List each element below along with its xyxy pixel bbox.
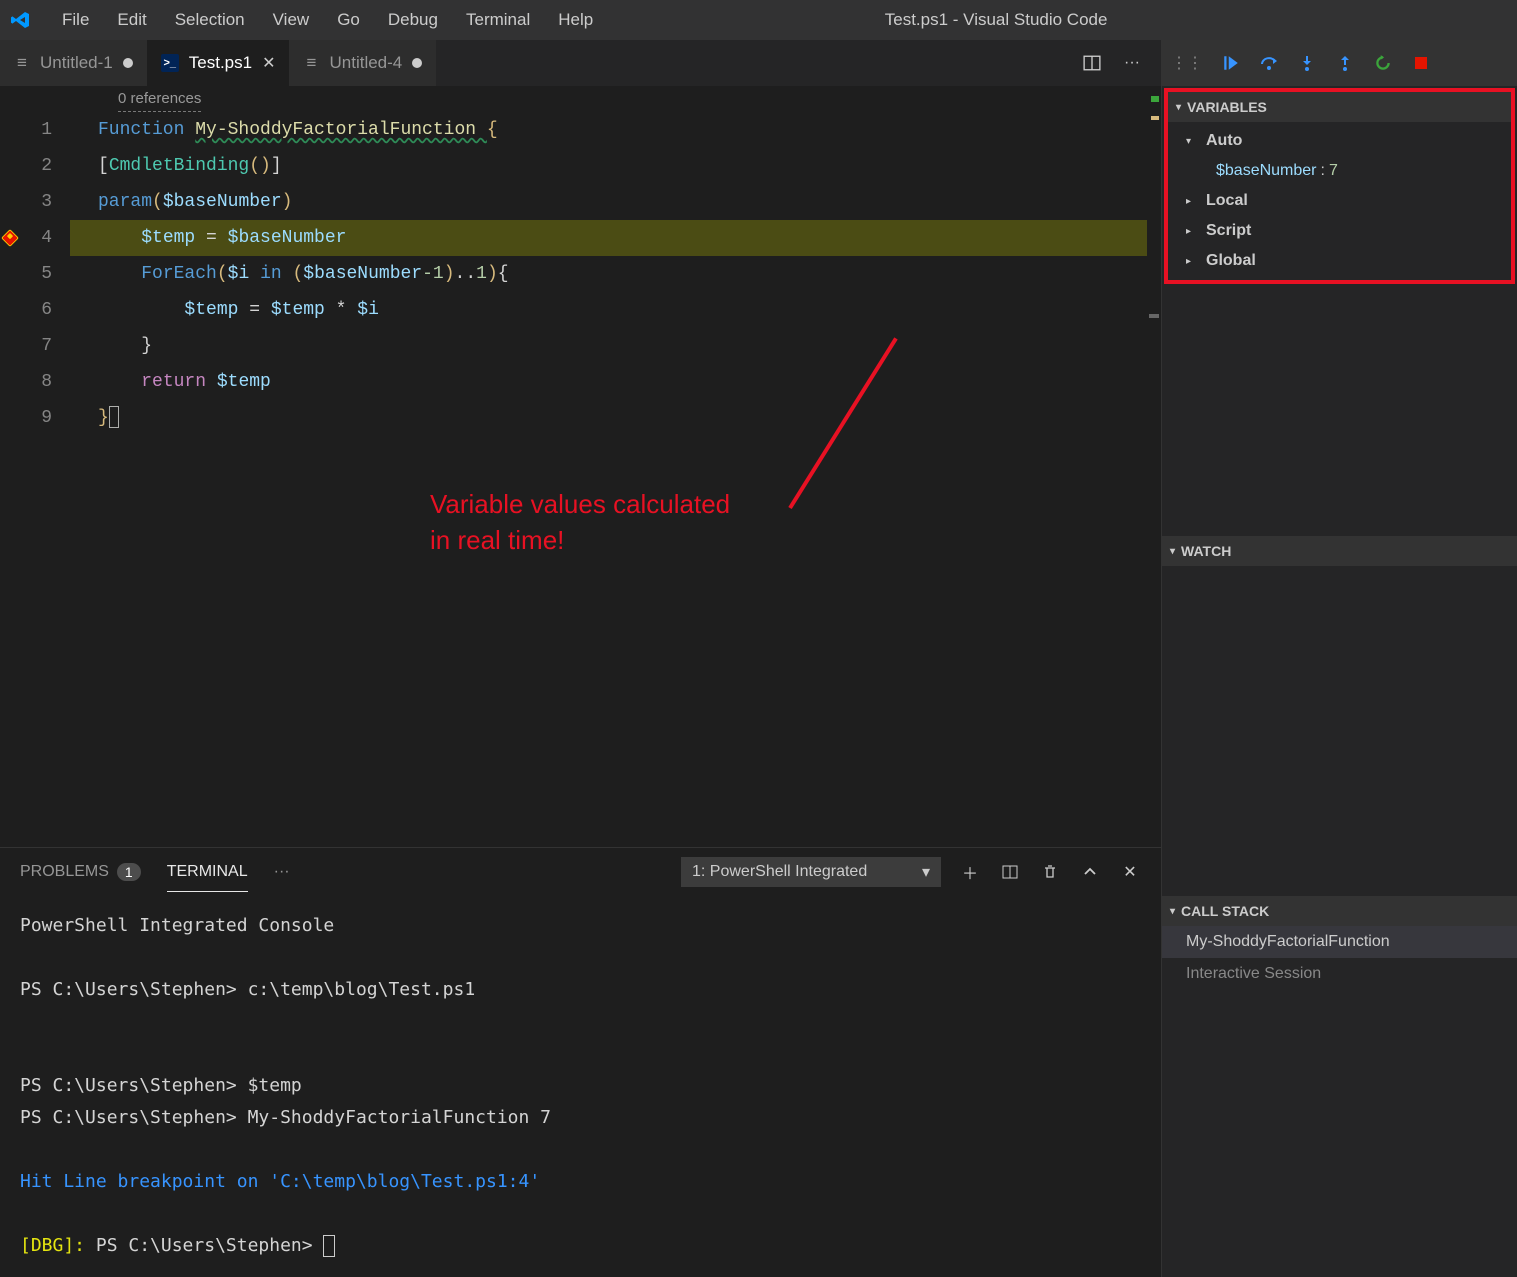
more-actions-icon[interactable]: ···	[1121, 52, 1143, 74]
terminal-prompt[interactable]: [DBG]: PS C:\Users\Stephen>	[20, 1230, 1141, 1262]
dirty-indicator-icon	[412, 58, 422, 68]
twistie-open-icon: ▾	[1170, 906, 1175, 917]
text-cursor	[109, 406, 119, 428]
menu-edit[interactable]: Edit	[105, 6, 158, 34]
menu-help[interactable]: Help	[546, 6, 605, 34]
kill-terminal-icon[interactable]	[1039, 861, 1061, 883]
tab-untitled-1[interactable]: ≡ Untitled-1	[0, 40, 147, 86]
step-into-icon[interactable]	[1297, 53, 1317, 73]
scope-local[interactable]: ▸Local	[1168, 186, 1511, 216]
panel-tab-more[interactable]: ···	[274, 853, 290, 891]
twistie-closed-icon: ▸	[1186, 226, 1198, 237]
section-watch[interactable]: ▾ WATCH	[1162, 536, 1517, 566]
file-icon: ≡	[303, 55, 319, 71]
menu-bar: File Edit Selection View Go Debug Termin…	[50, 6, 605, 34]
tab-label: Untitled-4	[329, 53, 402, 73]
drag-handle-icon[interactable]: ⋮⋮	[1171, 53, 1203, 73]
variable-basenumber[interactable]: $baseNumber:7	[1168, 156, 1511, 186]
scope-global[interactable]: ▸Global	[1168, 246, 1511, 276]
twistie-open-icon: ▾	[1170, 546, 1175, 557]
debug-toolbar: ⋮⋮	[1161, 40, 1517, 86]
dirty-indicator-icon	[123, 58, 133, 68]
code-content[interactable]: Function My-ShoddyFactorialFunction { [C…	[70, 86, 1147, 847]
twistie-open-icon: ▾	[1186, 136, 1198, 147]
menu-go[interactable]: Go	[325, 6, 372, 34]
debug-sidebar: ▾ VARIABLES ▾Auto $baseNumber:7 ▸Local ▸…	[1161, 86, 1517, 1277]
terminal-cursor	[323, 1235, 335, 1257]
stop-icon[interactable]	[1411, 53, 1431, 73]
menu-debug[interactable]: Debug	[376, 6, 450, 34]
scope-script[interactable]: ▸Script	[1168, 216, 1511, 246]
line-numbers: 1 2 3 4 5 6 7 8 9	[20, 86, 70, 847]
overview-ruler[interactable]	[1147, 86, 1161, 847]
terminal-output[interactable]: PowerShell Integrated Console PS C:\User…	[0, 896, 1161, 1277]
section-callstack[interactable]: ▾ CALL STACK	[1162, 896, 1517, 926]
close-icon[interactable]: ✕	[262, 53, 275, 73]
menu-terminal[interactable]: Terminal	[454, 6, 542, 34]
continue-icon[interactable]	[1221, 53, 1241, 73]
twistie-closed-icon: ▸	[1186, 256, 1198, 267]
step-over-icon[interactable]	[1259, 53, 1279, 73]
editor-tab-bar: ≡ Untitled-1 >_ Test.ps1 ✕ ≡ Untitled-4 …	[0, 40, 1161, 86]
tab-test-ps1[interactable]: >_ Test.ps1 ✕	[147, 40, 290, 86]
chevron-down-icon: ▾	[922, 862, 930, 882]
terminal-line: PowerShell Integrated Console	[20, 910, 1141, 942]
twistie-open-icon: ▾	[1176, 102, 1181, 113]
split-editor-icon[interactable]	[1081, 52, 1103, 74]
split-terminal-icon[interactable]	[999, 861, 1021, 883]
menu-selection[interactable]: Selection	[163, 6, 257, 34]
terminal-selector[interactable]: 1: PowerShell Integrated▾	[681, 857, 941, 887]
callstack-frame[interactable]: Interactive Session	[1162, 958, 1517, 990]
close-panel-icon[interactable]: ✕	[1119, 861, 1141, 883]
annotation-text: Variable values calculated in real time!	[430, 486, 730, 558]
menu-view[interactable]: View	[261, 6, 322, 34]
bottom-panel: PROBLEMS 1 TERMINAL ··· 1: PowerShell In…	[0, 847, 1161, 1277]
tab-label: Untitled-1	[40, 53, 113, 73]
maximize-panel-icon[interactable]	[1079, 861, 1101, 883]
menu-file[interactable]: File	[50, 6, 101, 34]
tab-untitled-4[interactable]: ≡ Untitled-4	[289, 40, 436, 86]
breakpoint-gutter[interactable]	[0, 86, 20, 847]
twistie-closed-icon: ▸	[1186, 196, 1198, 207]
restart-icon[interactable]	[1373, 53, 1393, 73]
new-terminal-icon[interactable]: ＋	[959, 861, 981, 883]
section-variables[interactable]: ▾ VARIABLES	[1168, 92, 1511, 122]
panel-tab-problems[interactable]: PROBLEMS 1	[20, 853, 141, 891]
terminal-line: PS C:\Users\Stephen> c:\temp\blog\Test.p…	[20, 974, 1141, 1006]
vscode-logo-icon	[10, 10, 30, 30]
title-bar: File Edit Selection View Go Debug Termin…	[0, 0, 1517, 40]
terminal-line: PS C:\Users\Stephen> My-ShoddyFactorialF…	[20, 1102, 1141, 1134]
window-title: Test.ps1 - Visual Studio Code	[605, 10, 1387, 30]
breakpoint-current-icon[interactable]	[1, 229, 19, 247]
problems-count-badge: 1	[117, 863, 141, 881]
step-out-icon[interactable]	[1335, 53, 1355, 73]
scope-auto[interactable]: ▾Auto	[1168, 126, 1511, 156]
panel-tab-terminal[interactable]: TERMINAL	[167, 853, 248, 892]
terminal-line: Hit Line breakpoint on 'C:\temp\blog\Tes…	[20, 1166, 1141, 1198]
file-icon: ≡	[14, 55, 30, 71]
callstack-frame[interactable]: My-ShoddyFactorialFunction	[1162, 926, 1517, 958]
tab-label: Test.ps1	[189, 53, 252, 73]
terminal-line: PS C:\Users\Stephen> $temp	[20, 1070, 1141, 1102]
code-editor[interactable]: 0 references 1 2 3 4 5 6 7 8 9	[0, 86, 1161, 847]
powershell-icon: >_	[161, 54, 179, 72]
